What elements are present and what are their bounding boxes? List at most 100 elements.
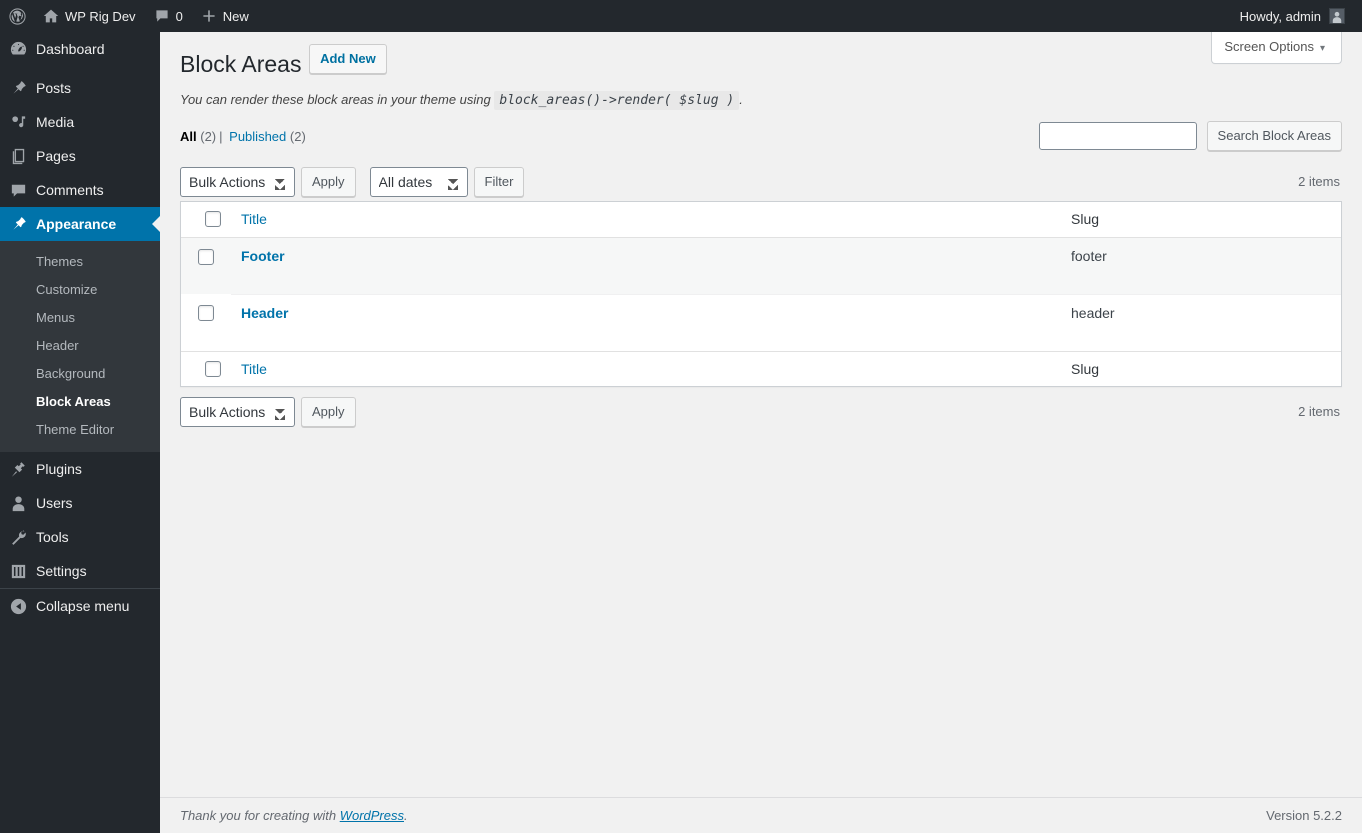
sidebar-item-media[interactable]: Media (0, 105, 160, 139)
collapse-arrow-icon (0, 597, 36, 616)
search-submit-button[interactable]: Search Block Areas (1206, 121, 1342, 152)
my-account-menu[interactable]: Howdy, admin (1225, 0, 1354, 32)
column-header-title-bottom: Title (231, 350, 1061, 386)
user-icon (0, 494, 36, 513)
sidebar-item-tools[interactable]: Tools (0, 520, 160, 554)
sidebar-item-label: Settings (36, 563, 87, 579)
views-and-search-row: All (2) | Published (2) Search Block Area… (180, 110, 1342, 152)
settings-icon (0, 562, 36, 581)
admin-bar: WP Rig Dev 0 New Howdy, admin (0, 0, 1362, 32)
select-all-checkbox-top[interactable] (205, 211, 221, 228)
site-name-menu[interactable]: WP Rig Dev (34, 0, 145, 32)
search-box: Search Block Areas (1038, 121, 1342, 152)
content-area: Screen Options ▾ Block Areas Add New You … (160, 32, 1362, 833)
view-all-link[interactable]: All (180, 129, 197, 144)
sidebar-item-posts[interactable]: Posts (0, 71, 160, 105)
view-published: Published (2) (229, 129, 306, 144)
sidebar-item-label: Comments (36, 182, 104, 198)
home-icon (43, 8, 59, 24)
pages-icon (0, 147, 36, 166)
admin-menu: Dashboard Posts Media Pages Comments App… (0, 32, 160, 623)
sidebar-item-dashboard[interactable]: Dashboard (0, 32, 160, 66)
bulk-actions-bottom: Bulk Actions Apply (180, 396, 356, 427)
sidebar-item-settings[interactable]: Settings (0, 554, 160, 588)
submenu-item-themes[interactable]: Themes (0, 248, 160, 276)
admin-bar-right: Howdy, admin (1225, 0, 1362, 32)
bulk-action-select-top[interactable]: Bulk Actions (180, 167, 295, 198)
bulk-apply-button-bottom[interactable]: Apply (301, 396, 356, 427)
table-row: Header header (181, 293, 1341, 351)
select-all-header-top (181, 202, 231, 238)
select-all-checkbox-bottom[interactable] (205, 360, 221, 377)
new-content-menu[interactable]: New (192, 0, 258, 32)
submenu-item-customize[interactable]: Customize (0, 276, 160, 304)
table-footer-row: Title Slug (181, 350, 1341, 386)
page-description: You can render these block areas in your… (180, 90, 1342, 111)
table-body: Footer footer Header header (181, 237, 1341, 351)
footer-thanks-prefix: Thank you for creating with (180, 808, 337, 823)
sort-by-title-link-top[interactable]: Title (241, 211, 267, 227)
tablenav-top: Bulk Actions Apply All dates Filter 2 it… (180, 167, 1342, 198)
dashboard-icon (0, 40, 36, 59)
sidebar-item-appearance[interactable]: Appearance (0, 207, 160, 241)
table-head: Title Slug (181, 202, 1341, 238)
bulk-apply-button-top[interactable]: Apply (301, 167, 356, 198)
row-title-link[interactable]: Header (241, 305, 288, 321)
column-header-title-top: Title (231, 202, 1061, 238)
table-foot: Title Slug (181, 350, 1341, 386)
submenu-item-menus[interactable]: Menus (0, 304, 160, 332)
sidebar-item-label: Dashboard (36, 41, 105, 57)
tablenav-bottom: Bulk Actions Apply 2 items (180, 396, 1342, 427)
wordpress-logo-menu[interactable] (0, 0, 34, 32)
submenu-item-theme-editor[interactable]: Theme Editor (0, 416, 160, 444)
page-description-prefix: You can render these block areas in your… (180, 91, 491, 107)
add-new-button[interactable]: Add New (309, 44, 387, 75)
column-header-slug-bottom: Slug (1061, 350, 1341, 386)
filter-button[interactable]: Filter (473, 167, 525, 198)
plugin-icon (0, 460, 36, 479)
sidebar-item-label: Plugins (36, 461, 82, 477)
sort-by-title-link-bottom[interactable]: Title (241, 361, 267, 377)
sidebar-item-pages[interactable]: Pages (0, 139, 160, 173)
search-input[interactable] (1038, 122, 1197, 151)
row-checkbox[interactable] (198, 248, 214, 265)
wordpress-link[interactable]: WordPress (340, 808, 404, 823)
row-select-cell (181, 294, 231, 351)
sidebar-item-users[interactable]: Users (0, 486, 160, 520)
bulk-action-select-bottom[interactable]: Bulk Actions (180, 396, 295, 427)
row-checkbox[interactable] (198, 304, 214, 321)
new-content-label: New (222, 8, 249, 24)
view-separator: | (219, 129, 223, 145)
displaying-num-top: 2 items (1298, 174, 1340, 190)
screen-meta-links: Screen Options ▾ (1211, 32, 1342, 64)
site-name-label: WP Rig Dev (65, 8, 136, 24)
submenu-item-background[interactable]: Background (0, 360, 160, 388)
howdy-label: Howdy, admin (1239, 8, 1321, 24)
render-code-snippet: block_areas()->render( $slug ) (494, 90, 740, 110)
sidebar-item-label: Appearance (36, 216, 117, 232)
sidebar-item-label: Tools (36, 529, 69, 545)
admin-sidebar: Dashboard Posts Media Pages Comments App… (0, 32, 160, 833)
row-slug-cell: footer (1071, 247, 1107, 264)
sidebar-item-comments[interactable]: Comments (0, 173, 160, 207)
date-filter-select[interactable]: All dates (369, 167, 468, 198)
submenu-item-block-areas[interactable]: Block Areas (0, 388, 160, 416)
body-content: Block Areas Add New You can render these… (160, 32, 1362, 427)
row-select-cell (181, 238, 231, 294)
submenu-item-label: Themes (36, 254, 83, 269)
sidebar-item-plugins[interactable]: Plugins (0, 452, 160, 486)
row-slug-cell: header (1061, 293, 1341, 351)
submenu-item-label: Customize (36, 282, 98, 297)
row-title-cell: Footer (231, 238, 1061, 294)
submenu-item-header[interactable]: Header (0, 332, 160, 360)
row-title-link[interactable]: Footer (241, 248, 285, 264)
comments-bubble[interactable]: 0 (145, 0, 192, 32)
sidebar-item-label: Media (36, 114, 75, 130)
row-title-wrap: Footer (241, 246, 1051, 286)
admin-footer: Thank you for creating with WordPress. V… (160, 797, 1362, 833)
screen-options-toggle[interactable]: Screen Options ▾ (1211, 32, 1342, 64)
view-published-count: (2) (289, 129, 306, 145)
pin-icon (0, 79, 36, 98)
collapse-menu-button[interactable]: Collapse menu (0, 589, 160, 623)
view-published-link[interactable]: Published (229, 129, 286, 144)
